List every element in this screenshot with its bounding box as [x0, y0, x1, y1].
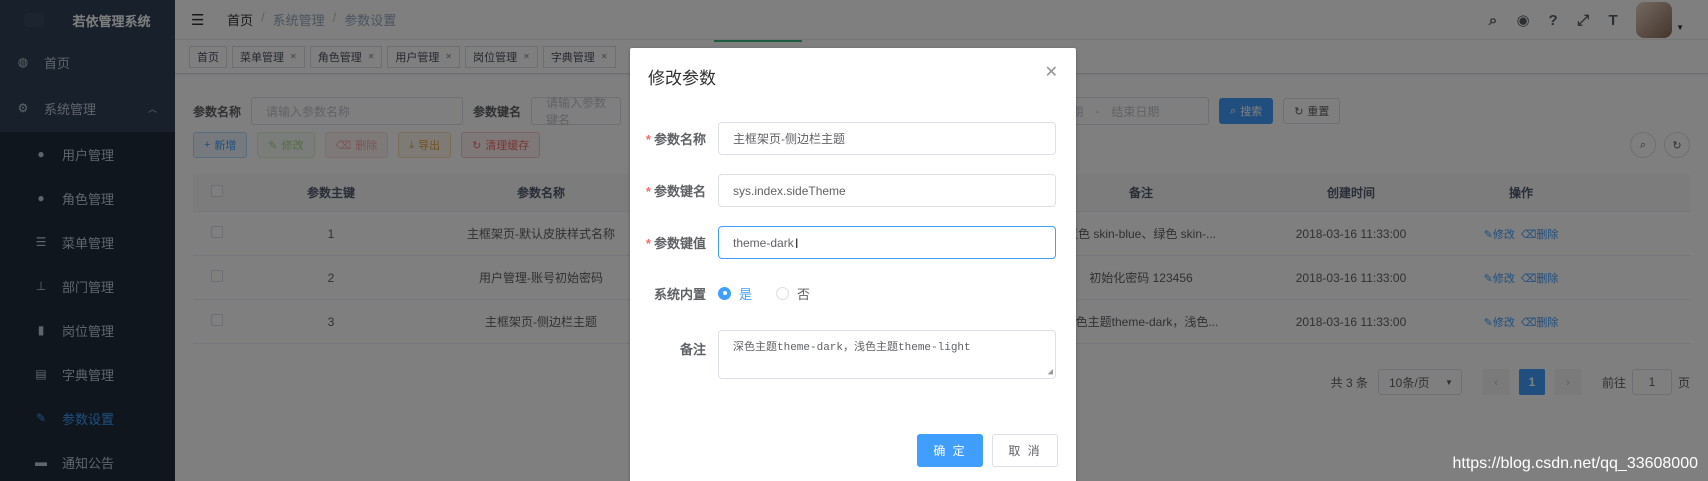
required-mark: *: [645, 236, 651, 251]
radio-dot: [776, 286, 790, 300]
watermark: https://blog.csdn.net/qq_33608000: [1452, 455, 1698, 472]
label-text: 参数键值: [653, 236, 706, 251]
required-mark: *: [645, 184, 651, 199]
input-value: theme-dark: [733, 235, 794, 250]
close-icon[interactable]: ✕: [1045, 62, 1058, 82]
config-name-input[interactable]: 主框架页-侧边栏主题: [718, 122, 1056, 155]
form-row-builtin: 系统内置 是 否: [630, 283, 1076, 303]
dialog-title: 修改参数: [648, 69, 716, 88]
builtin-yes-radio[interactable]: 是: [718, 284, 752, 303]
radio-label: 否: [797, 286, 811, 302]
config-key-input[interactable]: sys.index.sideTheme: [718, 174, 1056, 207]
textarea-value: 深色主题theme-dark，浅色主题theme-light: [733, 342, 971, 354]
form-row-remark: 备注 深色主题theme-dark，浅色主题theme-light ◢: [630, 330, 1076, 379]
field-label: * 参数名称: [630, 129, 718, 148]
field-label: 系统内置: [653, 286, 706, 302]
required-mark: *: [645, 132, 651, 147]
form-row-value: * 参数键值 theme-dark I: [630, 226, 1076, 259]
edit-config-dialog: 修改参数 ✕ * 参数名称 主框架页-侧边栏主题 * 参数键名 sys.index.…: [630, 48, 1076, 481]
text-cursor-icon: I: [794, 234, 799, 251]
config-value-input[interactable]: theme-dark I: [718, 226, 1056, 259]
form-row-name: * 参数名称 主框架页-侧边栏主题: [630, 122, 1076, 155]
field-label: 备注: [679, 342, 706, 357]
field-label: * 参数键名: [630, 181, 718, 200]
form-row-key: * 参数键名 sys.index.sideTheme: [630, 174, 1076, 207]
resize-handle-icon[interactable]: ◢: [1048, 367, 1053, 377]
remark-textarea[interactable]: 深色主题theme-dark，浅色主题theme-light ◢: [718, 330, 1056, 379]
builtin-no-radio[interactable]: 否: [776, 284, 810, 303]
label-text: 参数键名: [653, 184, 706, 199]
field-label: * 参数键值: [630, 233, 718, 252]
radio-label: 是: [739, 286, 753, 302]
radio-dot: [718, 286, 731, 300]
cancel-button[interactable]: 取 消: [992, 434, 1058, 467]
label-text: 参数名称: [653, 132, 706, 147]
confirm-button[interactable]: 确 定: [917, 434, 983, 467]
